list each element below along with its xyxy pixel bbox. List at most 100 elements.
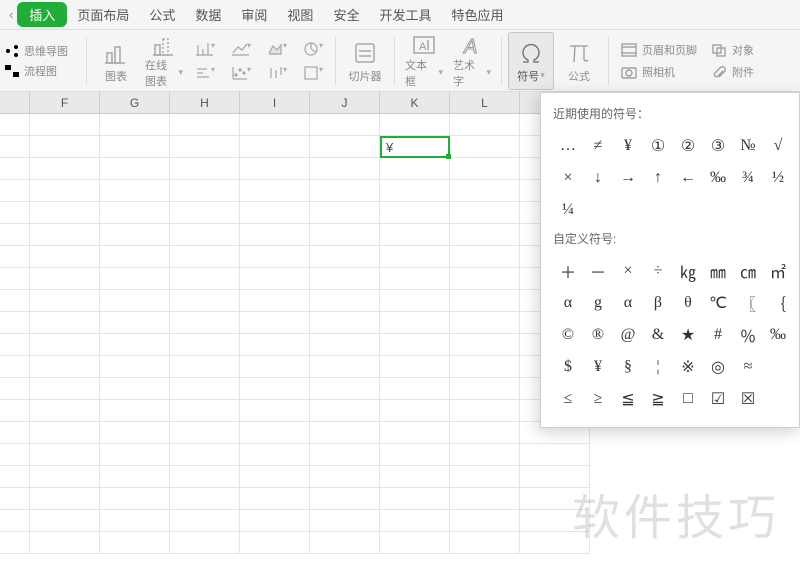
tab-insert[interactable]: 插入 bbox=[17, 2, 67, 27]
symbol-item[interactable]: β bbox=[643, 287, 673, 319]
grid-cell[interactable] bbox=[520, 444, 590, 466]
grid-cell[interactable] bbox=[0, 466, 30, 488]
grid-cell[interactable] bbox=[240, 224, 310, 246]
tab-view[interactable]: 视图 bbox=[277, 1, 323, 28]
grid-cell[interactable] bbox=[170, 290, 240, 312]
grid-cell[interactable] bbox=[100, 532, 170, 554]
online-chart-button[interactable]: 在线图表▾ bbox=[141, 32, 187, 90]
grid-cell[interactable] bbox=[240, 202, 310, 224]
grid-row[interactable] bbox=[0, 488, 800, 510]
grid-cell[interactable] bbox=[0, 224, 30, 246]
symbol-item[interactable]: □ bbox=[673, 383, 703, 415]
grid-cell[interactable] bbox=[170, 356, 240, 378]
grid-cell[interactable] bbox=[240, 246, 310, 268]
symbol-item[interactable]: 〖 bbox=[733, 287, 763, 319]
grid-cell[interactable] bbox=[240, 488, 310, 510]
formula-button[interactable]: 公式 bbox=[556, 32, 602, 90]
grid-cell[interactable] bbox=[380, 312, 450, 334]
grid-cell[interactable] bbox=[30, 290, 100, 312]
grid-cell[interactable] bbox=[30, 488, 100, 510]
symbol-item[interactable]: ¦ bbox=[643, 351, 673, 383]
grid-cell[interactable] bbox=[30, 466, 100, 488]
grid-cell[interactable] bbox=[310, 136, 380, 158]
grid-cell[interactable] bbox=[310, 202, 380, 224]
grid-cell[interactable] bbox=[380, 532, 450, 554]
tab-review[interactable]: 审阅 bbox=[231, 1, 277, 28]
col-header-I[interactable]: I bbox=[240, 92, 310, 113]
grid-cell[interactable] bbox=[100, 290, 170, 312]
grid-cell[interactable] bbox=[520, 466, 590, 488]
symbol-item[interactable]: ≦ bbox=[613, 383, 643, 415]
grid-cell[interactable] bbox=[380, 444, 450, 466]
grid-cell[interactable] bbox=[0, 378, 30, 400]
grid-cell[interactable] bbox=[450, 488, 520, 510]
grid-cell[interactable] bbox=[520, 532, 590, 554]
tab-special[interactable]: 特色应用 bbox=[441, 1, 513, 28]
grid-cell[interactable] bbox=[30, 444, 100, 466]
grid-cell[interactable] bbox=[0, 202, 30, 224]
symbol-item[interactable]: ※ bbox=[673, 351, 703, 383]
symbol-item[interactable]: $ bbox=[553, 351, 583, 383]
active-cell[interactable]: ¥ bbox=[380, 136, 450, 158]
grid-cell[interactable] bbox=[100, 202, 170, 224]
grid-cell[interactable] bbox=[310, 246, 380, 268]
grid-cell[interactable] bbox=[100, 158, 170, 180]
grid-cell[interactable] bbox=[380, 378, 450, 400]
grid-cell[interactable] bbox=[310, 466, 380, 488]
flowchart-button[interactable]: 流程图 bbox=[4, 63, 80, 79]
grid-cell[interactable] bbox=[240, 400, 310, 422]
symbol-item[interactable]: × bbox=[613, 255, 643, 287]
grid-cell[interactable] bbox=[170, 158, 240, 180]
symbol-item[interactable]: × bbox=[553, 162, 583, 194]
grid-cell[interactable] bbox=[0, 180, 30, 202]
grid-cell[interactable] bbox=[310, 114, 380, 136]
grid-cell[interactable] bbox=[100, 444, 170, 466]
symbol-item[interactable]: ◎ bbox=[703, 351, 733, 383]
object-button[interactable]: 对象 bbox=[711, 42, 754, 58]
grid-cell[interactable] bbox=[240, 158, 310, 180]
grid-cell[interactable] bbox=[450, 224, 520, 246]
symbol-item[interactable]: ≤ bbox=[553, 383, 583, 415]
symbol-item[interactable]: ↑ bbox=[643, 162, 673, 194]
grid-row[interactable] bbox=[0, 466, 800, 488]
grid-cell[interactable] bbox=[170, 466, 240, 488]
symbol-item[interactable] bbox=[763, 351, 793, 383]
symbol-item[interactable]: ® bbox=[583, 319, 613, 351]
grid-cell[interactable] bbox=[100, 466, 170, 488]
grid-cell[interactable] bbox=[240, 136, 310, 158]
grid-cell[interactable] bbox=[30, 202, 100, 224]
symbol-item[interactable]: ≈ bbox=[733, 351, 763, 383]
symbol-item[interactable]: α bbox=[613, 287, 643, 319]
grid-cell[interactable] bbox=[170, 488, 240, 510]
line-chart-icon[interactable]: ▾ bbox=[231, 41, 251, 57]
grid-cell[interactable] bbox=[100, 400, 170, 422]
grid-cell[interactable] bbox=[30, 422, 100, 444]
slicer-button[interactable]: 切片器 bbox=[342, 32, 388, 90]
grid-cell[interactable] bbox=[240, 290, 310, 312]
symbol-item[interactable]: θ bbox=[673, 287, 703, 319]
grid-cell[interactable] bbox=[450, 400, 520, 422]
grid-cell[interactable] bbox=[380, 356, 450, 378]
grid-cell[interactable] bbox=[240, 532, 310, 554]
symbol-item[interactable]: § bbox=[613, 351, 643, 383]
area-chart-icon[interactable]: ▾ bbox=[267, 41, 287, 57]
grid-cell[interactable] bbox=[0, 290, 30, 312]
grid-cell[interactable] bbox=[30, 268, 100, 290]
symbol-item[interactable]: ③ bbox=[703, 130, 733, 162]
grid-cell[interactable] bbox=[100, 334, 170, 356]
grid-cell[interactable] bbox=[450, 356, 520, 378]
tab-layout[interactable]: 页面布局 bbox=[67, 1, 139, 28]
grid-row[interactable] bbox=[0, 444, 800, 466]
grid-cell[interactable] bbox=[100, 246, 170, 268]
grid-cell[interactable] bbox=[0, 532, 30, 554]
grid-cell[interactable] bbox=[310, 532, 380, 554]
grid-cell[interactable] bbox=[30, 246, 100, 268]
grid-cell[interactable] bbox=[0, 488, 30, 510]
symbol-item[interactable]: α bbox=[553, 287, 583, 319]
camera-button[interactable]: 照相机 bbox=[621, 64, 697, 80]
col-header-F[interactable]: F bbox=[30, 92, 100, 113]
grid-cell[interactable] bbox=[170, 268, 240, 290]
grid-cell[interactable] bbox=[380, 422, 450, 444]
grid-cell[interactable] bbox=[240, 510, 310, 532]
grid-cell[interactable] bbox=[30, 378, 100, 400]
